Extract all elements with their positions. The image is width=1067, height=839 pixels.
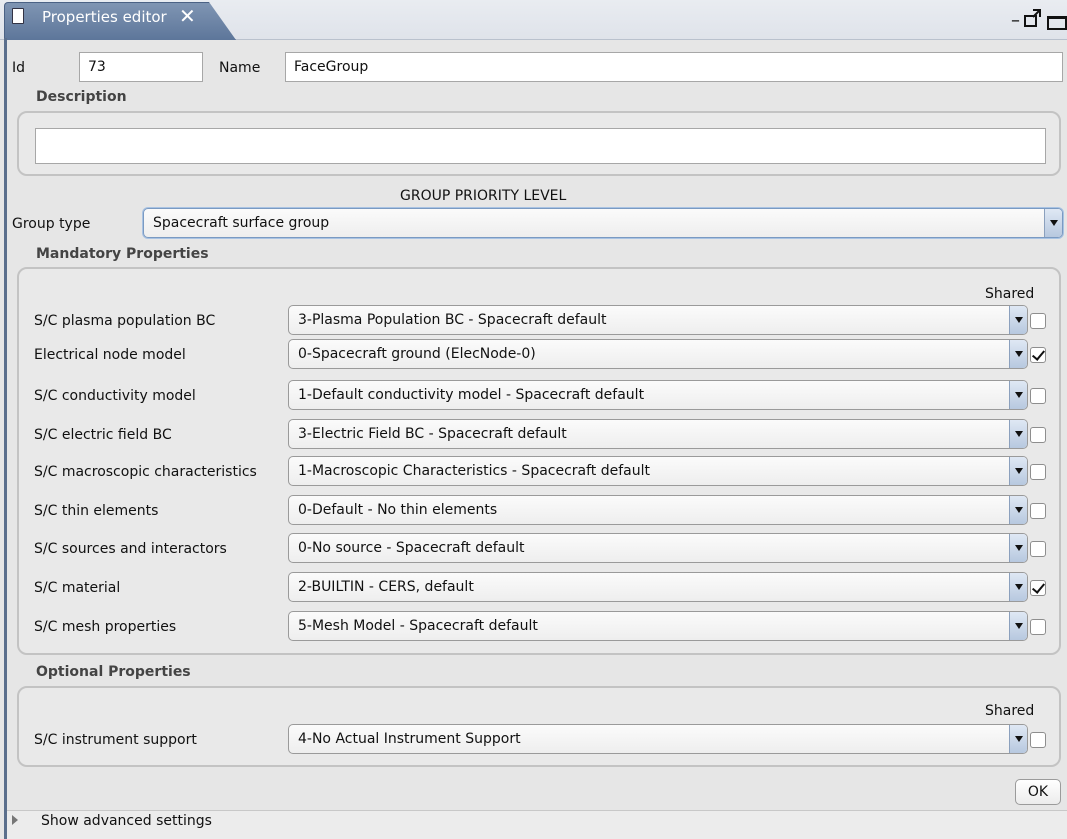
property-value: 1-Default conductivity model - Spacecraf… — [298, 387, 645, 403]
chevron-down-icon — [1009, 534, 1027, 562]
property-label: S/C macroscopic characteristics — [34, 464, 257, 480]
chevron-down-icon — [1009, 420, 1027, 448]
group-type-select[interactable]: Spacecraft surface group — [143, 208, 1063, 238]
chevron-down-icon — [1009, 725, 1027, 753]
shared-checkbox[interactable] — [1030, 503, 1046, 519]
property-label: S/C electric field BC — [34, 427, 172, 443]
property-select[interactable]: 3-Electric Field BC - Spacecraft default — [288, 419, 1028, 449]
shared-checkbox[interactable] — [1030, 580, 1046, 596]
expand-arrow-icon[interactable] — [12, 815, 18, 825]
maximize-icon[interactable] — [1047, 16, 1067, 30]
property-select[interactable]: 3-Plasma Population BC - Spacecraft defa… — [288, 305, 1028, 335]
property-value: 3-Plasma Population BC - Spacecraft defa… — [298, 312, 607, 328]
close-icon[interactable]: ✕ — [179, 4, 196, 28]
shared-checkbox[interactable] — [1030, 347, 1046, 363]
chevron-down-icon — [1009, 612, 1027, 640]
group-priority-heading: GROUP PRIORITY LEVEL — [400, 188, 567, 204]
detach-icon[interactable] — [1024, 8, 1042, 28]
shared-checkbox[interactable] — [1030, 464, 1046, 480]
property-select[interactable]: 4-No Actual Instrument Support — [288, 724, 1028, 754]
description-field[interactable] — [35, 128, 1046, 164]
property-label: S/C conductivity model — [34, 388, 196, 404]
chevron-down-icon — [1009, 496, 1027, 524]
chevron-down-icon — [1009, 457, 1027, 485]
group-type-value: Spacecraft surface group — [153, 215, 330, 231]
property-label: S/C thin elements — [34, 503, 159, 519]
property-label: Electrical node model — [34, 347, 186, 363]
property-value: 4-No Actual Instrument Support — [298, 731, 521, 747]
property-select[interactable]: 2-BUILTIN - CERS, default — [288, 572, 1028, 602]
mandatory-properties-title: Mandatory Properties — [36, 246, 209, 262]
description-title: Description — [36, 89, 127, 105]
chevron-down-icon — [1009, 573, 1027, 601]
shared-checkbox[interactable] — [1030, 619, 1046, 635]
shared-checkbox[interactable] — [1030, 732, 1046, 748]
property-value: 0-Spacecraft ground (ElecNode-0) — [298, 346, 536, 362]
property-select[interactable]: 1-Default conductivity model - Spacecraf… — [288, 380, 1028, 410]
property-select[interactable]: 0-Default - No thin elements — [288, 495, 1028, 525]
tab-title: Properties editor — [42, 8, 167, 26]
optional-shared-header: Shared — [985, 703, 1035, 719]
property-select[interactable]: 0-Spacecraft ground (ElecNode-0) — [288, 339, 1028, 369]
shared-checkbox[interactable] — [1030, 541, 1046, 557]
property-select[interactable]: 1-Macroscopic Characteristics - Spacecra… — [288, 456, 1028, 486]
property-label: S/C sources and interactors — [34, 541, 227, 557]
property-value: 2-BUILTIN - CERS, default — [298, 579, 474, 595]
property-label: S/C instrument support — [34, 732, 197, 748]
property-value: 3-Electric Field BC - Spacecraft default — [298, 426, 567, 442]
id-field[interactable] — [79, 52, 203, 82]
ok-button[interactable]: OK — [1015, 779, 1061, 805]
property-value: 1-Macroscopic Characteristics - Spacecra… — [298, 463, 651, 479]
property-select[interactable]: 0-No source - Spacecraft default — [288, 533, 1028, 563]
chevron-down-icon — [1009, 340, 1027, 368]
shared-checkbox[interactable] — [1030, 427, 1046, 443]
window-left-border — [4, 38, 7, 839]
optional-properties-title: Optional Properties — [36, 664, 191, 680]
property-value: 0-Default - No thin elements — [298, 502, 498, 518]
chevron-down-icon — [1009, 381, 1027, 409]
id-label: Id — [12, 60, 26, 76]
chevron-down-icon — [1009, 306, 1027, 334]
mandatory-shared-header: Shared — [985, 286, 1035, 302]
group-type-label: Group type — [12, 216, 91, 232]
property-value: 0-No source - Spacecraft default — [298, 540, 525, 556]
minimize-icon[interactable]: – — [1011, 10, 1020, 31]
property-label: S/C mesh properties — [34, 619, 177, 635]
property-value: 5-Mesh Model - Spacecraft default — [298, 618, 538, 634]
shared-checkbox[interactable] — [1030, 388, 1046, 404]
shared-checkbox[interactable] — [1030, 313, 1046, 329]
property-label: S/C material — [34, 580, 121, 596]
advanced-settings-toggle[interactable]: Show advanced settings — [41, 813, 212, 829]
chevron-down-icon — [1044, 209, 1062, 237]
document-icon — [12, 8, 24, 24]
name-field[interactable] — [285, 52, 1063, 82]
name-label: Name — [219, 60, 261, 76]
property-select[interactable]: 5-Mesh Model - Spacecraft default — [288, 611, 1028, 641]
property-label: S/C plasma population BC — [34, 313, 216, 329]
